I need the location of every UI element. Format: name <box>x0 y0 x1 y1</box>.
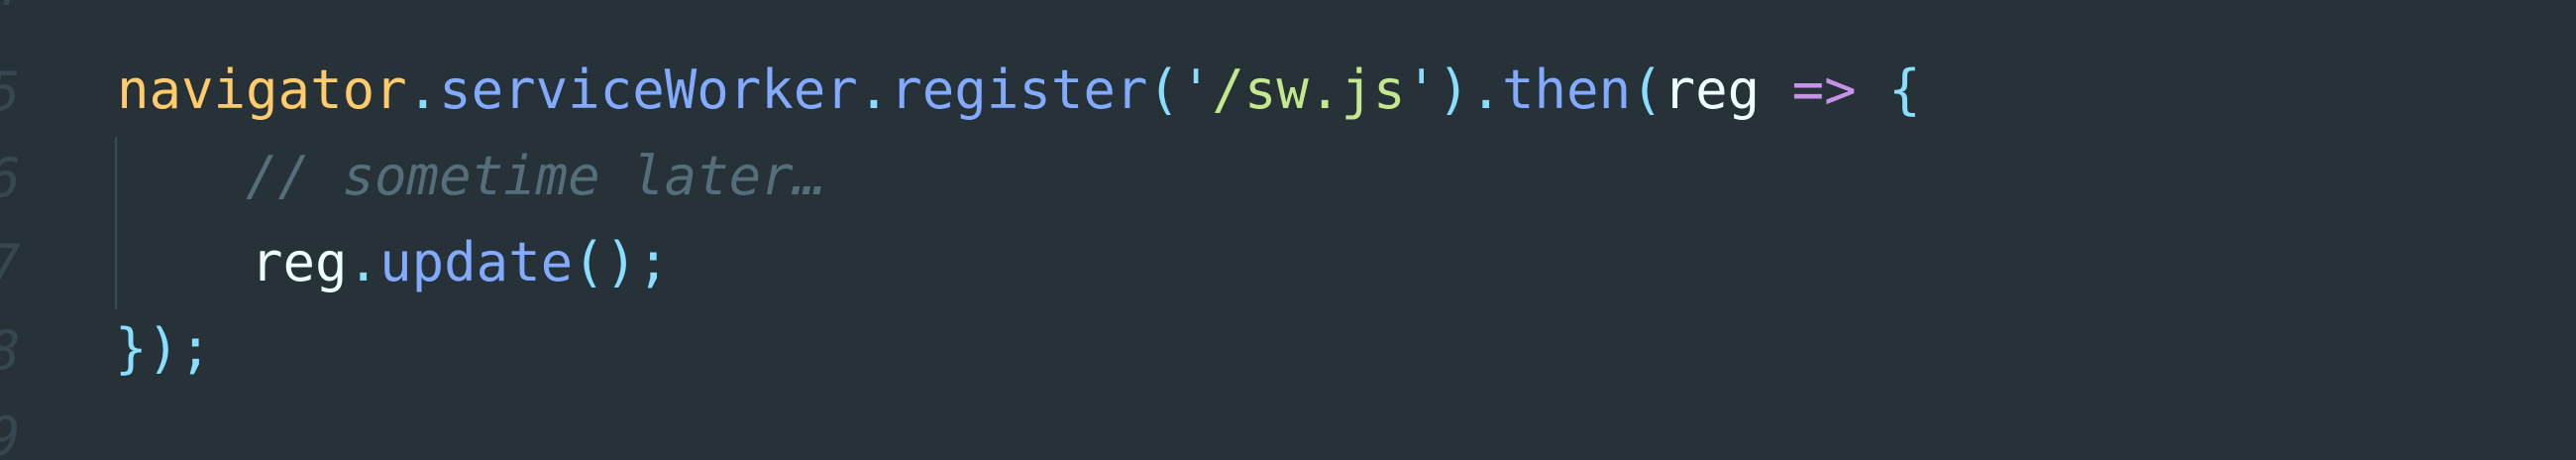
code-line-register[interactable]: navigator.serviceWorker.register('/sw.js… <box>117 63 1921 117</box>
token-register: register <box>890 58 1148 121</box>
token-dot: . <box>347 231 380 293</box>
token-dot: . <box>857 58 891 121</box>
token-serviceworker: serviceWorker <box>439 58 858 121</box>
token-open-paren: ( <box>1631 58 1664 121</box>
token-navigator: navigator <box>117 58 407 121</box>
line-number-gutter: 4 5 6 7 8 9 <box>0 0 28 460</box>
line-number: 6 <box>0 152 21 205</box>
token-string-path: /sw.js <box>1212 58 1406 121</box>
token-open-brace: { <box>1856 58 1921 121</box>
token-arrow: => <box>1791 58 1857 121</box>
line-number: 7 <box>0 238 21 291</box>
line-number: 5 <box>0 65 21 119</box>
code-line-update[interactable]: reg.update(); <box>251 236 670 289</box>
token-call-semicolon: (); <box>573 231 670 293</box>
token-dot: . <box>406 58 440 121</box>
token-reg: reg <box>251 231 348 293</box>
code-line-comment[interactable]: // sometime later… <box>246 150 825 203</box>
token-open-paren-quote: (' <box>1147 58 1213 121</box>
code-editor[interactable]: 4 5 6 7 8 9 navigator.serviceWorker.regi… <box>0 0 2576 460</box>
token-then: then <box>1502 58 1632 121</box>
token-close-quote-paren-dot: '). <box>1405 58 1503 121</box>
token-reg-param: reg <box>1663 58 1792 121</box>
line-number: 9 <box>0 410 21 460</box>
line-number: 8 <box>0 324 21 378</box>
token-update: update <box>379 231 574 293</box>
code-line-close[interactable]: }); <box>115 322 212 376</box>
token-comment: // sometime later… <box>246 145 826 207</box>
line-number: 4 <box>0 0 21 14</box>
token-close-brace-paren: }); <box>115 317 212 380</box>
indent-guide <box>115 137 117 309</box>
